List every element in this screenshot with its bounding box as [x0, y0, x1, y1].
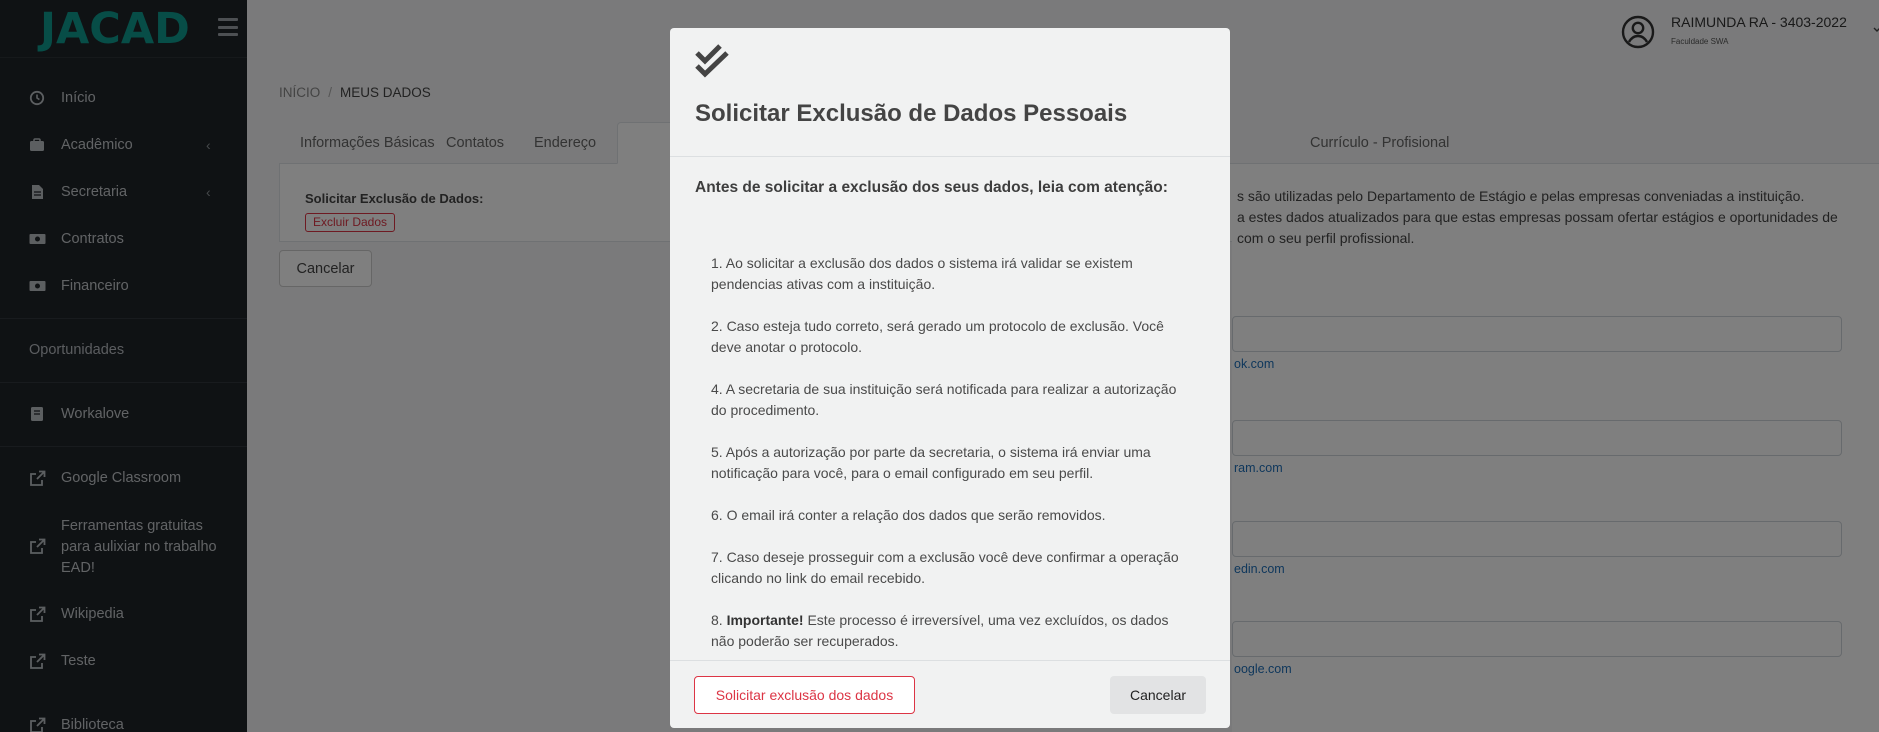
- modal-title: Solicitar Exclusão de Dados Pessoais: [695, 100, 1128, 127]
- modal-lead: Antes de solicitar a exclusão dos seus d…: [695, 179, 1168, 196]
- modal-header: Solicitar Exclusão de Dados Pessoais: [670, 28, 1230, 157]
- rule-item: 1. Ao solicitar a exclusão dos dados o s…: [711, 255, 1133, 292]
- modal-cancel-button[interactable]: Cancelar: [1110, 676, 1206, 714]
- rule-item: 7. Caso deseje prosseguir com a exclusão…: [711, 549, 1179, 586]
- rule-item: 5. Após a autorização por parte da secre…: [711, 444, 1151, 481]
- request-deletion-button[interactable]: Solicitar exclusão dos dados: [694, 676, 915, 714]
- rule-item: 6. O email irá conter a relação dos dado…: [711, 507, 1106, 523]
- rule-item: 2. Caso esteja tudo correto, será gerado…: [711, 318, 1164, 355]
- important-label: Importante!: [726, 612, 804, 628]
- double-check-icon: [695, 44, 729, 78]
- rule-item: 4. A secretaria de sua instituição será …: [711, 381, 1177, 418]
- delete-data-modal: Solicitar Exclusão de Dados Pessoais Ant…: [670, 28, 1230, 728]
- modal-footer: Solicitar exclusão dos dados Cancelar: [670, 660, 1230, 728]
- rule-number: 8.: [711, 612, 727, 628]
- modal-body: Antes de solicitar a exclusão dos seus d…: [670, 158, 1230, 660]
- rule-item-important: 8. Importante! Este processo é irreversí…: [711, 610, 1191, 652]
